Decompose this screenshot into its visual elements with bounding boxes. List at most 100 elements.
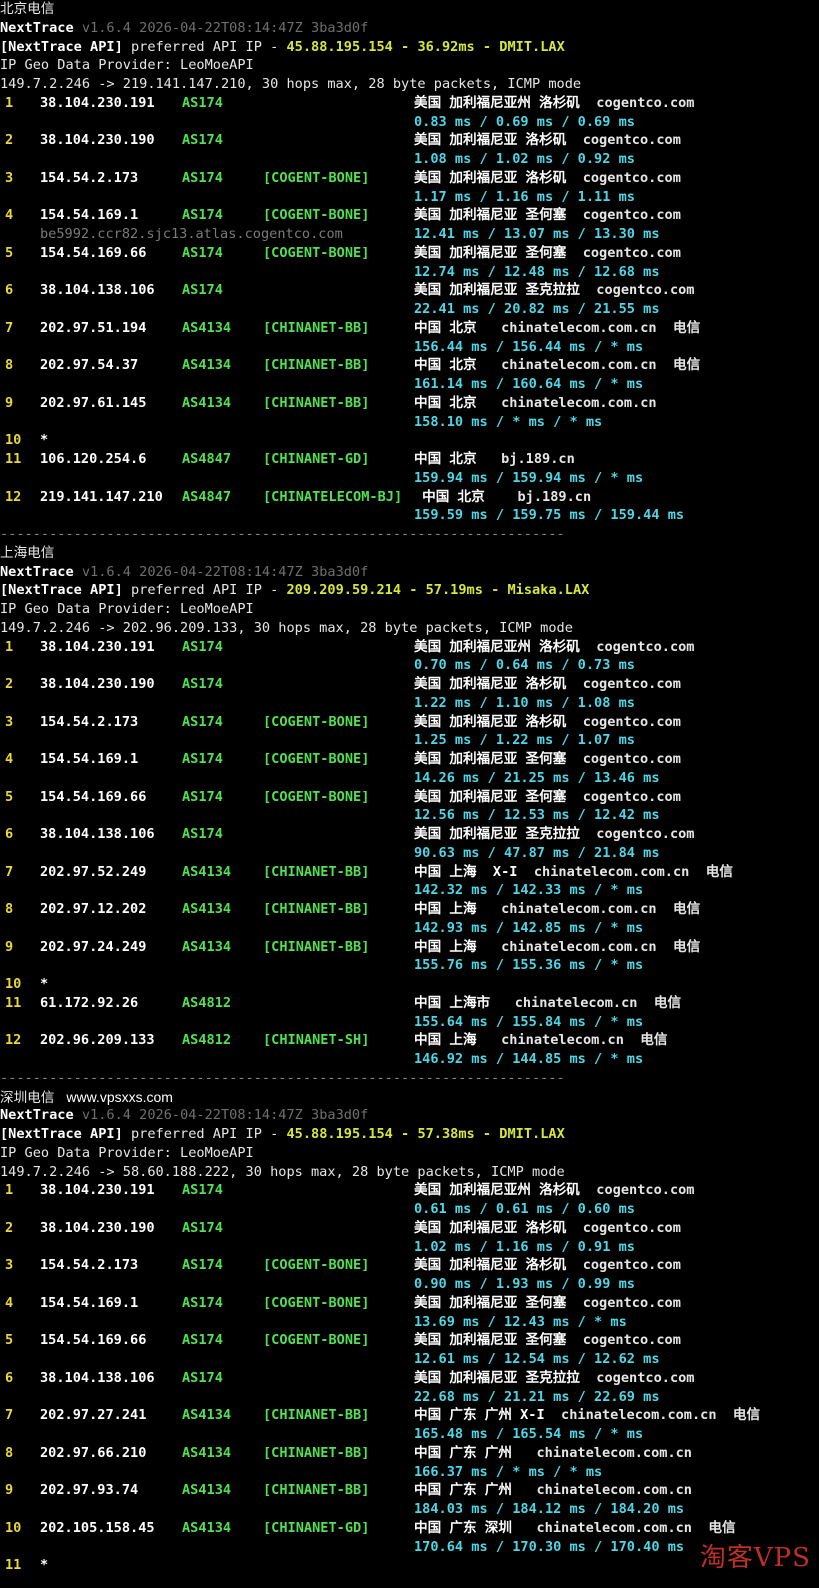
hop-domain: bj.189.cn <box>501 488 592 505</box>
tool-version: v1.6.4 2026-04-22T08:14:47Z 3ba3d0f <box>81 1107 369 1124</box>
hop-ip: 202.97.27.241 <box>40 1407 147 1424</box>
hop-geo-wrap: 美国 加利福尼亚 圣何塞 cogentco.com <box>414 1294 681 1313</box>
hop-row: 11 61.172.92.26 AS4812 中国 上海市 chinatelecom.… <box>0 994 819 1013</box>
hop-geo: 美国 加利福尼亚 洛杉矶 <box>414 169 567 186</box>
tool-name: NextTrace <box>0 1107 74 1124</box>
hop-geo-wrap: 美国 加利福尼亚 圣何塞 cogentco.com <box>414 788 681 807</box>
hop-asn: AS4847 <box>182 488 232 505</box>
hop-tag: [CHINANET-BB] <box>263 357 370 374</box>
hop-rtt: 1.22 ms / 1.10 ms / 1.08 ms <box>414 694 635 711</box>
hop-number: 9 <box>5 394 14 411</box>
hop-rtt: 161.14 ms / 160.64 ms / * ms <box>414 376 644 392</box>
hop-tag: [COGENT-BONE] <box>263 713 370 730</box>
hop-rtt: 158.10 ms / * ms / * ms <box>414 413 603 430</box>
hop-row: 5 154.54.169.66 AS174 [COGENT-BONE] 美国 加利福尼亚… <box>0 788 819 807</box>
hop-tag: [COGENT-BONE] <box>263 1257 370 1274</box>
hop-number: 5 <box>5 1332 14 1349</box>
hop-row: 4 154.54.169.1 AS174 [COGENT-BONE] 美国 加利福尼亚 … <box>0 750 819 769</box>
hop-tag: [CHINANET-BB] <box>263 1482 370 1499</box>
hop-rtt: 165.48 ms / 165.54 ms / * ms <box>414 1426 644 1442</box>
hop-asn: AS174 <box>182 1369 223 1386</box>
hop-domain: cogentco.com <box>582 788 681 805</box>
hop-geo: 中国 广东 广州 <box>414 1482 512 1499</box>
hop-domain: chinatelecom.com.cn <box>492 938 657 955</box>
hop-row: 3 154.54.2.173 AS174 [COGENT-BONE] 美国 加利福尼亚 … <box>0 169 819 188</box>
hop-asn: AS174 <box>182 1182 223 1199</box>
hop-number: 3 <box>5 1257 14 1274</box>
hop-number: 12 <box>5 1032 22 1049</box>
hop-geo: 中国 上海 <box>414 1032 477 1049</box>
hop-geo: 中国 北京 <box>414 319 477 336</box>
hop-geo: 美国 加利福尼亚 圣克拉拉 <box>414 1369 580 1386</box>
hop-rtt: 146.92 ms / 144.85 ms / * ms <box>414 1051 644 1067</box>
hop-domain: cogentco.com <box>582 132 681 149</box>
hop-ip: 154.54.169.66 <box>40 1332 147 1349</box>
hop-rtt-row: 159.94 ms / 159.94 ms / * ms <box>0 469 819 488</box>
hop-row: 1 38.104.230.191 AS174 美国 加利福尼亚州 洛杉矶 cogent… <box>0 94 819 113</box>
api-text: preferred API IP - <box>130 38 279 55</box>
hop-row: 6 38.104.138.106 AS174 美国 加利福尼亚 圣克拉拉 cogent… <box>0 1369 819 1388</box>
hop-geo-wrap: 美国 加利福尼亚 洛杉矶 cogentco.com <box>414 713 681 732</box>
hop-geo-wrap: 美国 加利福尼亚 圣克拉拉 cogentco.com <box>414 825 695 844</box>
watermark-stamp: 淘客VPS <box>699 1543 811 1573</box>
hop-number: 10 <box>5 1519 22 1536</box>
hop-geo-wrap: 美国 加利福尼亚 圣何塞 cogentco.com <box>414 750 681 769</box>
hop-ip: 154.54.169.66 <box>40 244 147 261</box>
hop-rtt-row: 155.76 ms / 155.36 ms / * ms <box>0 956 819 975</box>
hop-geo: 美国 加利福尼亚州 洛杉矶 <box>414 638 580 655</box>
hop-rtt: 1.08 ms / 1.02 ms / 0.92 ms <box>414 151 635 167</box>
hop-geo-wrap: 中国 广东 广州 chinatelecom.com.cn <box>414 1444 692 1463</box>
api-text: preferred API IP - <box>130 582 279 599</box>
hop-asn: AS4134 <box>182 1444 232 1461</box>
hop-geo-wrap: 中国 上海市 chinatelecom.cn 电信 <box>414 994 681 1013</box>
hop-asn: AS174 <box>182 638 223 655</box>
hop-rtt-row: 13.69 ms / 12.43 ms / * ms <box>0 1313 819 1332</box>
hop-ip: 154.54.2.173 <box>40 1257 139 1274</box>
hop-geo-wrap: 美国 加利福尼亚州 洛杉矶 cogentco.com <box>414 94 695 113</box>
hop-row: 9 202.97.61.145 AS4134 [CHINANET-BB] 中国 北京 c… <box>0 394 819 413</box>
hop-row: 2 38.104.230.190 AS174 美国 加利福尼亚 洛杉矶 cogentc… <box>0 1219 819 1238</box>
hop-rtt-row: 12.56 ms / 12.53 ms / 12.42 ms <box>0 806 819 825</box>
hop-row: 5 154.54.169.66 AS174 [COGENT-BONE] 美国 加利福尼亚… <box>0 1331 819 1350</box>
hop-rtt-row: 156.44 ms / 156.44 ms / * ms <box>0 338 819 357</box>
trace-line: 149.7.2.246 -> 202.96.209.133, 30 hops m… <box>0 619 819 638</box>
version-line: NextTrace v1.6.4 2026-04-22T08:14:47Z 3b… <box>0 563 819 582</box>
hop-number: 7 <box>5 1407 14 1424</box>
hop-number: 2 <box>5 132 14 149</box>
hop-geo: 美国 加利福尼亚 圣何塞 <box>414 1294 567 1311</box>
hop-row: 9 202.97.93.74 AS4134 [CHINANET-BB] 中国 广东 广州… <box>0 1481 819 1500</box>
hop-geo-wrap: 中国 北京 bj.189.cn <box>414 488 591 507</box>
hop-tag: [CHINANET-BB] <box>263 1407 370 1424</box>
tool-version: v1.6.4 2026-04-22T08:14:47Z 3ba3d0f <box>81 19 369 36</box>
hop-ip: 61.172.92.26 <box>40 994 139 1011</box>
api-latency: 57.19ms <box>425 582 483 599</box>
hop-row: 3 154.54.2.173 AS174 [COGENT-BONE] 美国 加利福尼亚 … <box>0 1256 819 1275</box>
hop-isp: 电信 <box>673 357 701 374</box>
hop-geo: 美国 加利福尼亚 圣何塞 <box>414 207 567 224</box>
hop-ip: 154.54.169.66 <box>40 788 147 805</box>
hop-rtt: 0.70 ms / 0.64 ms / 0.73 ms <box>414 657 635 674</box>
hop-ip: 38.104.230.191 <box>40 94 155 111</box>
hop-row: 6 38.104.138.106 AS174 美国 加利福尼亚 圣克拉拉 cogent… <box>0 825 819 844</box>
hop-geo: 中国 北京 <box>414 488 485 505</box>
trace-line: 149.7.2.246 -> 58.60.188.222, 30 hops ma… <box>0 1163 819 1182</box>
hop-ip: 202.97.52.249 <box>40 863 147 880</box>
hop-ip: * <box>40 976 49 992</box>
hop-rtt-row: 12.74 ms / 12.48 ms / 12.68 ms <box>0 263 819 282</box>
hop-row: 4 154.54.169.1 AS174 [COGENT-BONE] 美国 加利福尼亚 … <box>0 1294 819 1313</box>
hop-domain: cogentco.com <box>582 244 681 261</box>
hop-rtt: 12.74 ms / 12.48 ms / 12.68 ms <box>414 263 660 280</box>
hop-ip: * <box>40 432 49 449</box>
geo-provider-line: IP Geo Data Provider: LeoMoeAPI <box>0 600 819 619</box>
hop-rtt-row: 14.26 ms / 21.25 ms / 13.46 ms <box>0 769 819 788</box>
hop-geo: 美国 加利福尼亚州 洛杉矶 <box>414 94 580 111</box>
api-dash: - <box>474 38 500 55</box>
hop-number: 11 <box>5 994 22 1011</box>
hop-row: 3 154.54.2.173 AS174 [COGENT-BONE] 美国 加利福尼亚 … <box>0 713 819 732</box>
hop-geo: 中国 上海 <box>414 901 477 917</box>
hop-geo-wrap: 美国 加利福尼亚 洛杉矶 cogentco.com <box>414 1256 681 1275</box>
hop-number: 8 <box>5 901 14 917</box>
hop-row: 11 * <box>0 1556 819 1575</box>
hop-asn: AS4134 <box>182 901 232 917</box>
separator: ----------------------------------------… <box>0 1069 565 1086</box>
